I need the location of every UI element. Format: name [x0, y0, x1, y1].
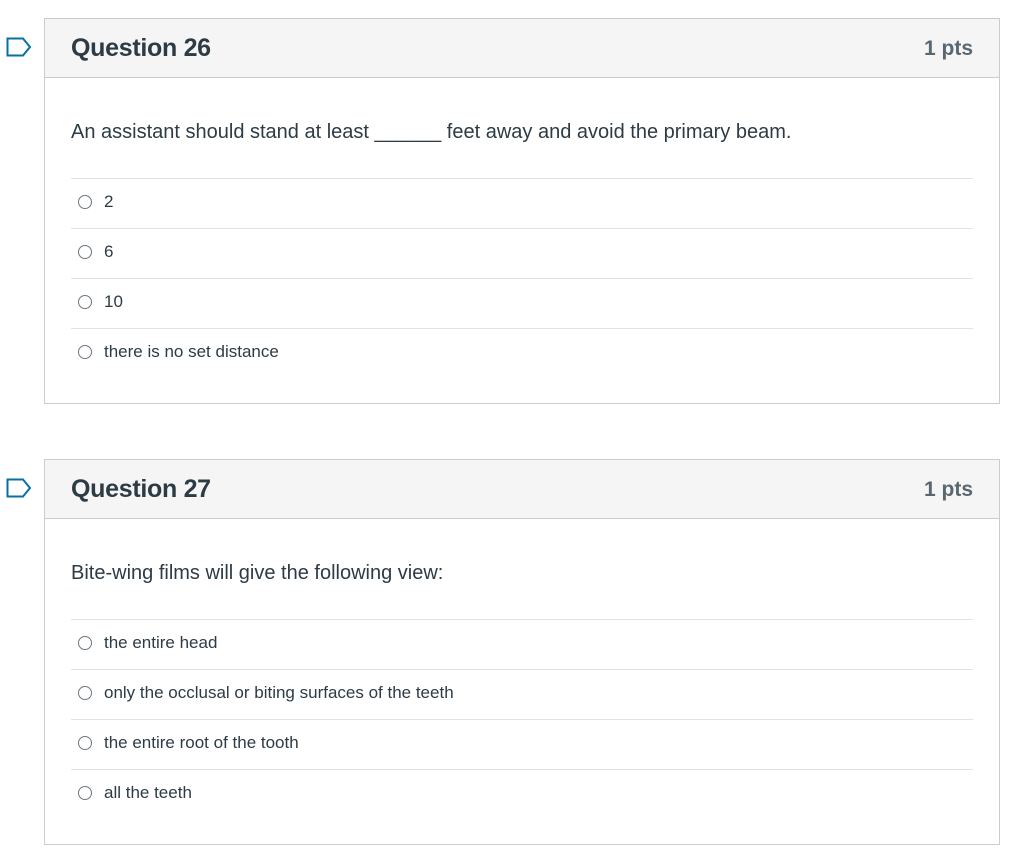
flag-question-icon[interactable]	[6, 478, 32, 498]
radio-button-icon[interactable]	[78, 636, 92, 650]
radio-button-icon[interactable]	[78, 245, 92, 259]
answer-option[interactable]: only the occlusal or biting surfaces of …	[71, 670, 973, 720]
question-title: Question 27	[71, 475, 211, 503]
question-header: Question 26 1 pts	[45, 19, 999, 78]
answer-label: 10	[104, 292, 123, 311]
answer-label: all the teeth	[104, 783, 192, 802]
answer-label: only the occlusal or biting surfaces of …	[104, 683, 454, 702]
answer-label: 6	[104, 242, 114, 261]
question-header: Question 27 1 pts	[45, 460, 999, 519]
flag-question-icon[interactable]	[6, 37, 32, 57]
answer-label: the entire root of the tooth	[104, 733, 299, 752]
answer-label: the entire head	[104, 633, 218, 652]
question-panel: Question 26 1 pts An assistant should st…	[44, 18, 1000, 404]
question-panel: Question 27 1 pts Bite-wing films will g…	[44, 459, 1000, 845]
question-points: 1 pts	[923, 478, 973, 501]
radio-button-icon[interactable]	[78, 686, 92, 700]
radio-button-icon[interactable]	[78, 345, 92, 359]
answer-option[interactable]: the entire head	[71, 620, 973, 670]
question-title: Question 26	[71, 34, 211, 62]
answer-option[interactable]: all the teeth	[71, 770, 973, 819]
answer-option[interactable]: 6	[71, 229, 973, 279]
question-body: Bite-wing films will give the following …	[45, 519, 999, 819]
answer-option[interactable]: 2	[71, 179, 973, 229]
question-text: An assistant should stand at least _____…	[71, 121, 792, 143]
question-points: 1 pts	[923, 37, 973, 60]
answer-list: the entire head only the occlusal or bit…	[71, 619, 973, 819]
radio-button-icon[interactable]	[78, 736, 92, 750]
answer-option[interactable]: there is no set distance	[71, 329, 973, 378]
answer-label: there is no set distance	[104, 342, 279, 361]
question-text: Bite-wing films will give the following …	[71, 562, 444, 584]
answer-list: 2 6 10 there is no set distance	[71, 178, 973, 378]
answer-label: 2	[104, 192, 114, 211]
radio-button-icon[interactable]	[78, 786, 92, 800]
radio-button-icon[interactable]	[78, 195, 92, 209]
question-body: An assistant should stand at least _____…	[45, 78, 999, 378]
answer-option[interactable]: the entire root of the tooth	[71, 720, 973, 770]
radio-button-icon[interactable]	[78, 295, 92, 309]
answer-option[interactable]: 10	[71, 279, 973, 329]
